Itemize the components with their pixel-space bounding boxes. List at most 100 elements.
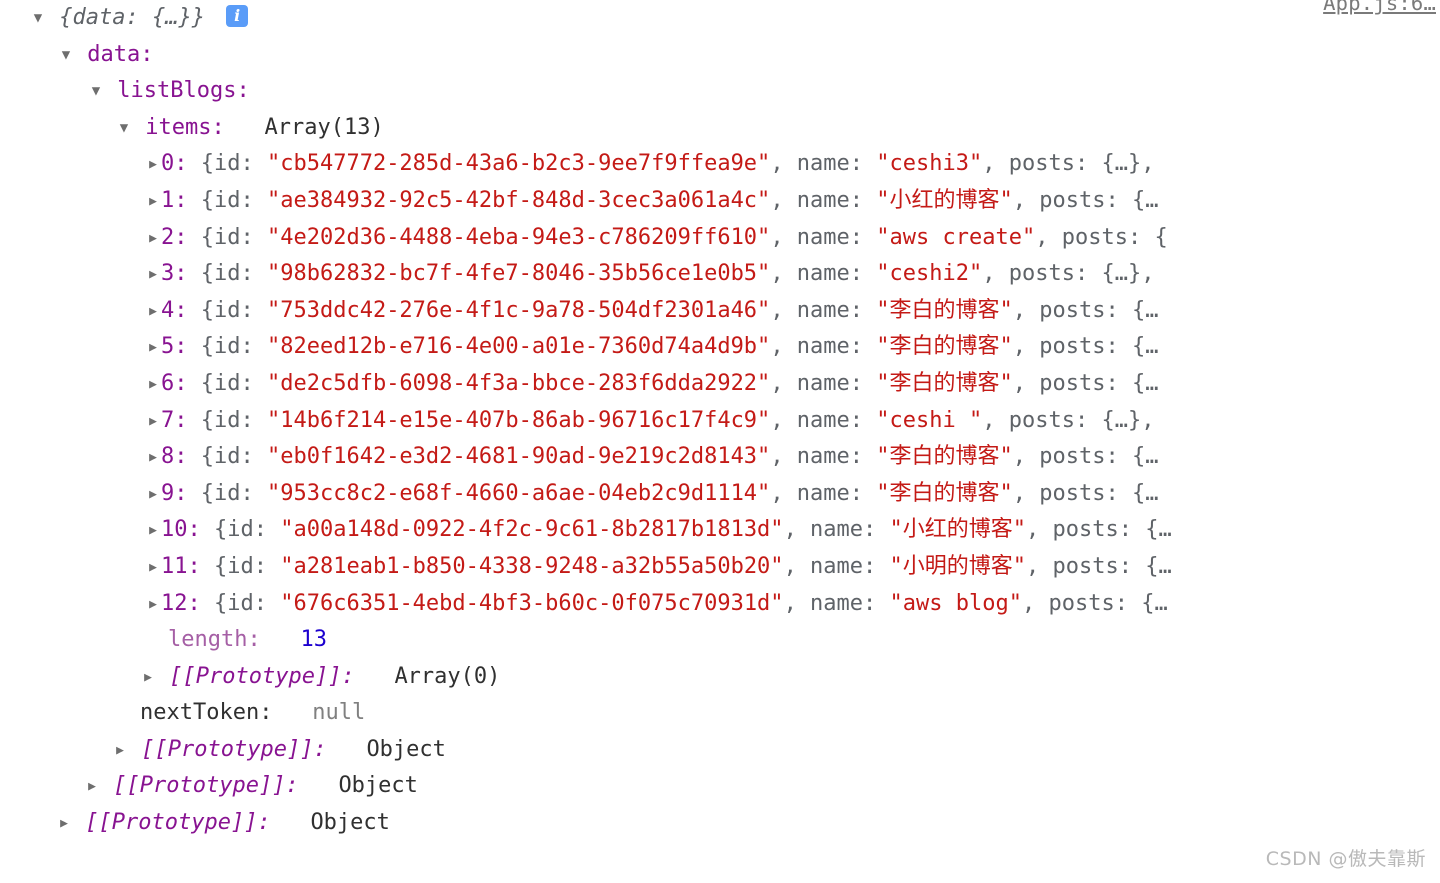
disclosure-triangle-icon[interactable]	[145, 293, 161, 330]
property-key-prototype: [[Prototype]]:	[169, 663, 355, 689]
disclosure-triangle-icon[interactable]	[145, 549, 161, 586]
disclosure-triangle-icon[interactable]	[140, 659, 156, 696]
item-posts-preview: {…	[1132, 480, 1159, 506]
item-posts-preview: {…	[1145, 517, 1172, 543]
property-key-length: length:	[168, 627, 261, 653]
tree-row-items[interactable]: items: Array(13)	[0, 110, 1440, 147]
item-id-key: {id:	[200, 261, 254, 287]
items-array-type: Array(13)	[264, 114, 384, 140]
table-row[interactable]: 5: {id: "82eed12b-e716-4e00-a01e-7360d74…	[0, 329, 1440, 366]
items-list: 0: {id: "cb547772-285d-43a6-b2c3-9ee7f9f…	[0, 146, 1440, 622]
item-posts-key: , posts:	[1012, 480, 1119, 506]
disclosure-triangle-icon[interactable]	[58, 37, 74, 74]
disclosure-triangle-icon[interactable]	[145, 329, 161, 366]
item-id-value: "98b62832-bc7f-4fe7-8046-35b56ce1e0b5"	[266, 261, 771, 287]
table-row[interactable]: 9: {id: "953cc8c2-e68f-4660-a6ae-04eb2c9…	[0, 476, 1440, 513]
disclosure-triangle-icon[interactable]	[145, 439, 161, 476]
disclosure-triangle-icon[interactable]	[88, 73, 104, 110]
item-posts-key: , posts:	[1021, 590, 1128, 616]
disclosure-triangle-icon[interactable]	[145, 512, 161, 549]
disclosure-triangle-icon[interactable]	[145, 220, 161, 257]
disclosure-triangle-icon[interactable]	[145, 146, 161, 183]
item-id-value: "cb547772-285d-43a6-b2c3-9ee7f9ffea9e"	[266, 151, 771, 177]
table-row[interactable]: 7: {id: "14b6f214-e15e-407b-86ab-96716c1…	[0, 403, 1440, 440]
array-index: 11:	[161, 553, 201, 579]
table-row[interactable]: 2: {id: "4e202d36-4488-4eba-94e3-c786209…	[0, 220, 1440, 257]
item-id-value: "a00a148d-0922-4f2c-9c61-8b2817b1813d"	[280, 517, 784, 543]
array-index: 1:	[161, 187, 188, 213]
array-index: 2:	[161, 224, 188, 250]
root-object-preview: {data: {…}}	[59, 5, 205, 30]
item-id-value: "82eed12b-e716-4e00-a01e-7360d74a4d9b"	[266, 334, 771, 360]
item-posts-key: , posts:	[982, 261, 1089, 287]
table-row[interactable]: 10: {id: "a00a148d-0922-4f2c-9c61-8b2817…	[0, 512, 1440, 549]
tree-row-root-preview[interactable]: {data: {…}} i	[0, 0, 1440, 37]
item-posts-preview: {	[1154, 224, 1168, 250]
array-index: 6:	[161, 370, 188, 396]
tree-row-prototype-object-3[interactable]: [[Prototype]]: Object	[0, 732, 1440, 769]
disclosure-triangle-icon[interactable]	[145, 476, 161, 513]
array-index: 10:	[161, 517, 201, 543]
table-row[interactable]: 4: {id: "753ddc42-276e-4f1c-9a78-504df23…	[0, 293, 1440, 330]
disclosure-triangle-icon[interactable]	[145, 366, 161, 403]
csdn-watermark: CSDN @傲夫靠斯	[1265, 848, 1426, 870]
item-id-key: {id:	[214, 590, 267, 616]
table-row[interactable]: 11: {id: "a281eab1-b850-4338-9248-a32b55…	[0, 549, 1440, 586]
item-posts-key: , posts:	[982, 407, 1089, 433]
tree-row-data[interactable]: data:	[0, 37, 1440, 74]
disclosure-triangle-icon[interactable]	[145, 256, 161, 293]
item-id-key: {id:	[200, 370, 254, 396]
table-row[interactable]: 6: {id: "de2c5dfb-6098-4f3a-bbce-283f6dd…	[0, 366, 1440, 403]
item-id-key: {id:	[200, 187, 254, 213]
property-key-items: items:	[145, 114, 225, 140]
item-posts-preview: {…	[1132, 187, 1159, 213]
item-posts-preview: {…},	[1101, 261, 1155, 287]
disclosure-triangle-icon[interactable]	[145, 403, 161, 440]
item-id-value: "14b6f214-e15e-407b-86ab-96716c17f4c9"	[266, 407, 771, 433]
disclosure-triangle-icon[interactable]	[145, 586, 161, 623]
tree-row-prototype-object-1[interactable]: [[Prototype]]: Object	[0, 805, 1440, 842]
item-posts-preview: {…	[1132, 297, 1159, 323]
table-row[interactable]: 1: {id: "ae384932-92c5-42bf-848d-3cec3a0…	[0, 183, 1440, 220]
item-name-value: "ceshi3"	[876, 151, 983, 177]
disclosure-triangle-icon[interactable]	[116, 110, 132, 147]
item-id-key: {id:	[200, 407, 254, 433]
item-name-key: , name:	[783, 517, 877, 543]
item-id-key: {id:	[200, 297, 254, 323]
prototype-object-value: Object	[366, 736, 446, 762]
table-row[interactable]: 12: {id: "676c6351-4ebd-4bf3-b60c-0f075c…	[0, 586, 1440, 623]
item-name-value: "李白的博客"	[876, 297, 1013, 323]
array-index: 12:	[161, 590, 201, 616]
item-posts-preview: {…	[1132, 370, 1159, 396]
tree-row-prototype-array[interactable]: [[Prototype]]: Array(0)	[0, 659, 1440, 696]
item-id-value: "eb0f1642-e3d2-4681-90ad-9e219c2d8143"	[266, 444, 771, 470]
info-icon[interactable]: i	[226, 5, 249, 27]
item-name-key: , name:	[770, 261, 864, 287]
tree-row-length: length: 13	[0, 622, 1440, 659]
disclosure-triangle-icon[interactable]	[56, 805, 72, 842]
tree-row-list-blogs[interactable]: listBlogs:	[0, 73, 1440, 110]
disclosure-triangle-icon[interactable]	[112, 732, 128, 769]
property-key-prototype: [[Prototype]]:	[85, 810, 271, 836]
item-posts-preview: {…},	[1101, 151, 1155, 177]
item-name-value: "aws blog"	[889, 590, 1022, 616]
item-id-value: "753ddc42-276e-4f1c-9a78-504df2301a46"	[266, 297, 771, 323]
property-key-list-blogs: listBlogs:	[117, 78, 250, 104]
console-object-tree: {data: {…}} i data: listBlogs: items: Ar…	[0, 0, 1440, 842]
item-name-value: "小明的博客"	[889, 553, 1027, 579]
array-index: 7:	[161, 407, 188, 433]
array-index: 5:	[161, 334, 188, 360]
item-posts-preview: {…	[1141, 590, 1168, 616]
table-row[interactable]: 3: {id: "98b62832-bc7f-4fe7-8046-35b56ce…	[0, 256, 1440, 293]
item-id-value: "ae384932-92c5-42bf-848d-3cec3a061a4c"	[266, 187, 771, 213]
item-name-value: "小红的博客"	[889, 517, 1027, 543]
item-posts-key: , posts:	[1035, 224, 1142, 250]
disclosure-triangle-icon[interactable]	[84, 768, 100, 805]
disclosure-triangle-icon[interactable]	[145, 183, 161, 220]
tree-row-prototype-object-2[interactable]: [[Prototype]]: Object	[0, 768, 1440, 805]
table-row[interactable]: 8: {id: "eb0f1642-e3d2-4681-90ad-9e219c2…	[0, 439, 1440, 476]
disclosure-triangle-icon[interactable]	[30, 0, 46, 37]
table-row[interactable]: 0: {id: "cb547772-285d-43a6-b2c3-9ee7f9f…	[0, 146, 1440, 183]
item-name-key: , name:	[770, 444, 864, 470]
item-name-key: , name:	[783, 553, 877, 579]
